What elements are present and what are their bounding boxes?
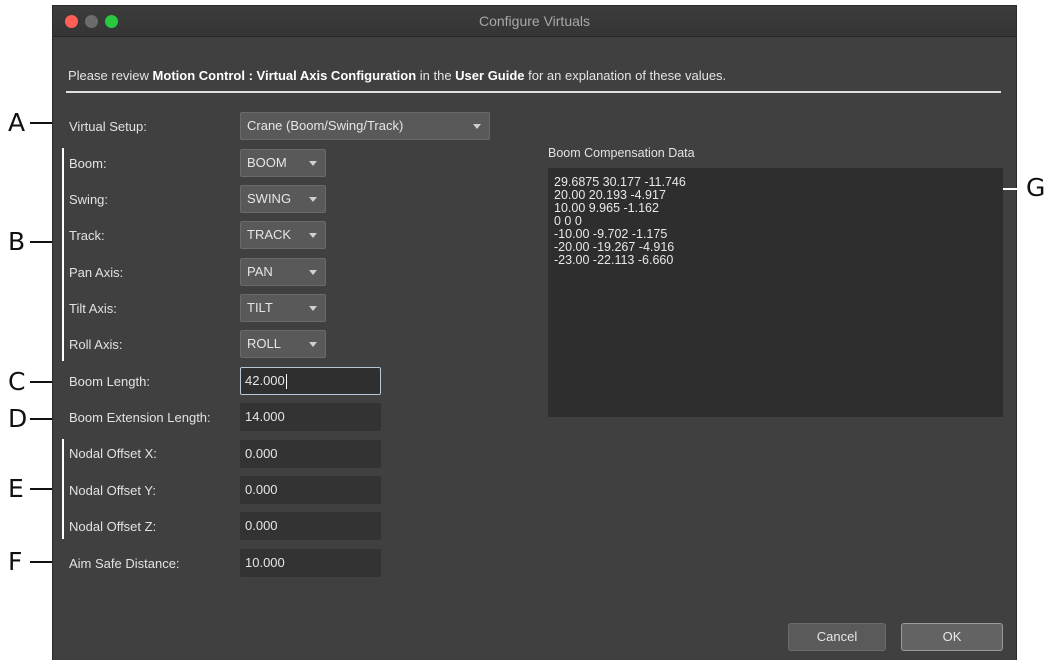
virtual-setup-label: Virtual Setup:	[69, 119, 147, 134]
instructions-text: Please review Motion Control : Virtual A…	[68, 68, 727, 83]
boom-dropdown[interactable]: BOOM	[240, 149, 326, 177]
callout-b: B	[8, 227, 26, 256]
nodal-offset-x-input[interactable]: 0.000	[240, 440, 381, 468]
window-title: Configure Virtuals	[478, 13, 591, 29]
track-label: Track:	[69, 228, 105, 243]
pan-axis-value: PAN	[247, 264, 273, 279]
roll-axis-label: Roll Axis:	[69, 337, 123, 352]
cancel-button[interactable]: Cancel	[788, 623, 886, 651]
swing-value: SWING	[247, 191, 292, 206]
boom-value: BOOM	[247, 155, 287, 170]
pan-axis-dropdown[interactable]: PAN	[240, 258, 326, 286]
swing-label: Swing:	[69, 192, 109, 207]
tilt-axis-value: TILT	[247, 300, 273, 315]
callout-f: F	[8, 547, 23, 576]
nodal-offset-y-input[interactable]: 0.000	[240, 476, 381, 504]
boom-extension-length-label: Boom Extension Length:	[69, 410, 211, 425]
boom-compensation-label: Boom Compensation Data	[548, 146, 695, 160]
tilt-axis-label: Tilt Axis:	[69, 301, 117, 316]
boom-compensation-textarea[interactable]: 29.6875 30.177 -11.746 20.00 20.193 -4.9…	[548, 168, 1003, 417]
boom-length-input[interactable]: 42.000	[240, 367, 381, 395]
callout-d: D	[8, 404, 28, 433]
roll-axis-value: ROLL	[247, 336, 281, 351]
text-cursor	[285, 374, 287, 390]
nodal-offset-z-input[interactable]: 0.000	[240, 512, 381, 540]
nodal-offset-x-label: Nodal Offset X:	[69, 446, 157, 461]
track-dropdown[interactable]: TRACK	[240, 221, 326, 249]
callout-e-bracket	[62, 439, 64, 539]
pan-axis-label: Pan Axis:	[69, 265, 124, 280]
configure-virtuals-dialog: Configure Virtuals Please review Motion …	[52, 5, 1023, 660]
tilt-axis-dropdown[interactable]: TILT	[240, 294, 326, 322]
chevron-down-icon	[309, 233, 317, 238]
ok-button[interactable]: OK	[901, 623, 1003, 651]
boom-length-label: Boom Length:	[69, 374, 150, 389]
aim-safe-distance-input[interactable]: 10.000	[240, 549, 381, 577]
chevron-down-icon	[309, 197, 317, 202]
callout-g: G	[1026, 173, 1046, 202]
boom-compensation-line: -23.00 -22.113 -6.660	[554, 253, 674, 267]
virtual-setup-value: Crane (Boom/Swing/Track)	[247, 118, 404, 133]
nodal-offset-z-label: Nodal Offset Z:	[69, 519, 157, 534]
nodal-offset-y-label: Nodal Offset Y:	[69, 483, 156, 498]
callout-a: A	[8, 108, 26, 137]
boom-compensation-line: 10.00 9.965 -1.162	[554, 201, 659, 215]
chevron-down-icon	[309, 306, 317, 311]
chevron-down-icon	[473, 124, 481, 129]
title-bar[interactable]: Configure Virtuals	[53, 6, 1016, 37]
chevron-down-icon	[309, 270, 317, 275]
chevron-down-icon	[309, 342, 317, 347]
boom-label: Boom:	[69, 156, 107, 171]
instructions-divider	[66, 91, 1001, 93]
virtual-setup-dropdown[interactable]: Crane (Boom/Swing/Track)	[240, 112, 490, 140]
boom-length-value: 42.000	[245, 373, 285, 388]
chevron-down-icon	[309, 161, 317, 166]
track-value: TRACK	[247, 227, 292, 242]
aim-safe-distance-label: Aim Safe Distance:	[69, 556, 180, 571]
callout-c: C	[8, 367, 26, 396]
swing-dropdown[interactable]: SWING	[240, 185, 326, 213]
roll-axis-dropdown[interactable]: ROLL	[240, 330, 326, 358]
callout-b-bracket	[62, 148, 64, 361]
boom-extension-length-input[interactable]: 14.000	[240, 403, 381, 431]
callout-e: E	[8, 474, 24, 503]
